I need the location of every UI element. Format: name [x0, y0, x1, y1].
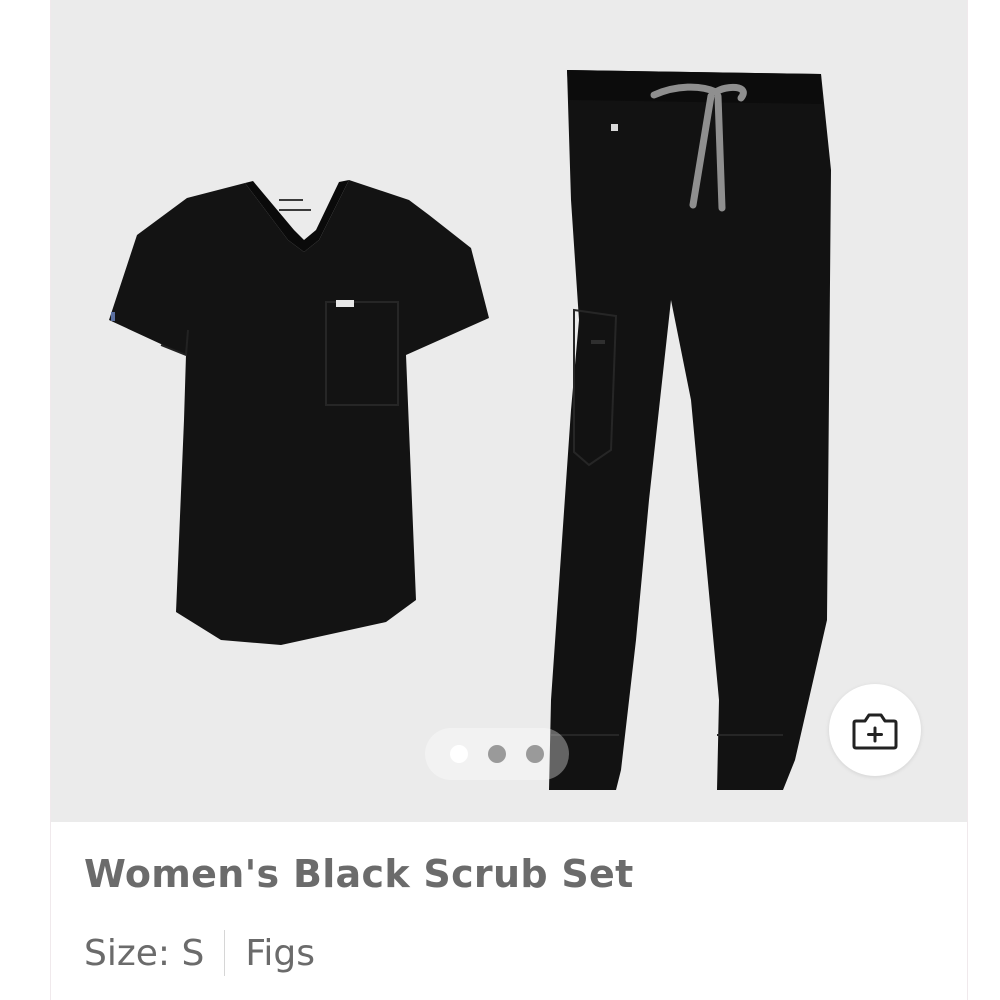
brand-label[interactable]: Figs [245, 933, 315, 974]
scrub-set-image [109, 70, 831, 790]
scrub-top [109, 180, 489, 645]
carousel-dot-2[interactable] [488, 745, 506, 763]
carousel-dot-3[interactable] [526, 745, 544, 763]
meta-divider [224, 930, 226, 976]
camera-plus-icon [852, 713, 898, 750]
size-label: Size: S [84, 932, 205, 974]
product-card: Women's Black Scrub Set Size: S Figs [50, 0, 968, 1000]
add-photo-button[interactable] [829, 684, 921, 776]
carousel-indicator [425, 728, 569, 780]
listing-page: Women's Black Scrub Set Size: S Figs [0, 0, 1000, 1000]
product-photo[interactable] [51, 0, 967, 822]
product-meta: Size: S Figs [84, 930, 315, 976]
product-title: Women's Black Scrub Set [84, 852, 634, 896]
scrub-pants [549, 70, 831, 790]
carousel-dot-1[interactable] [450, 745, 468, 763]
